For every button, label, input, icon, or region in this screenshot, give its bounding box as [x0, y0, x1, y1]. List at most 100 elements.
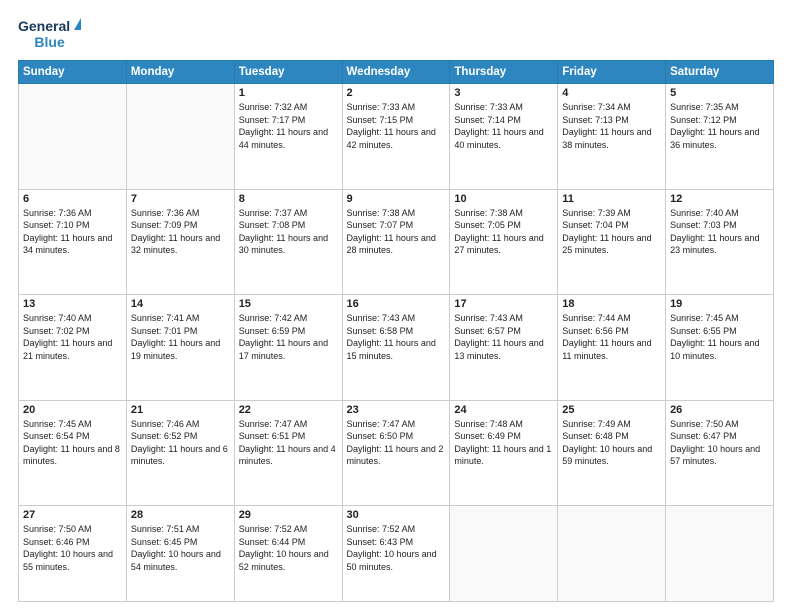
- day-info: Sunrise: 7:50 AM Sunset: 6:47 PM Dayligh…: [670, 418, 769, 468]
- calendar-cell: 10Sunrise: 7:38 AM Sunset: 7:05 PM Dayli…: [450, 189, 558, 295]
- calendar-cell: 22Sunrise: 7:47 AM Sunset: 6:51 PM Dayli…: [234, 400, 342, 506]
- day-number: 14: [131, 298, 230, 310]
- day-info: Sunrise: 7:32 AM Sunset: 7:17 PM Dayligh…: [239, 101, 338, 151]
- logo-wrap: General: [18, 18, 81, 34]
- day-number: 8: [239, 193, 338, 205]
- day-info: Sunrise: 7:35 AM Sunset: 7:12 PM Dayligh…: [670, 101, 769, 151]
- day-number: 24: [454, 404, 553, 416]
- header: General Blue: [18, 18, 774, 50]
- logo-blue: Blue: [34, 34, 64, 50]
- calendar-cell: 26 Sunrise: 7:50 AM Sunset: 6:47 PM Dayli…: [666, 400, 774, 506]
- day-info: Sunrise: 7:50 AM Sunset: 6:46 PM Dayligh…: [23, 523, 122, 573]
- day-info: Sunrise: 7:33 AM Sunset: 7:15 PM Dayligh…: [347, 101, 446, 151]
- calendar-cell: 14 Sunrise: 7:41 AM Sunset: 7:01 PM Dayli…: [126, 295, 234, 401]
- day-number: 23: [347, 404, 446, 416]
- col-header-friday: Friday: [558, 61, 666, 84]
- page: General Blue SundayMondayTuesdayWednesda…: [0, 0, 792, 612]
- day-number: 16: [347, 298, 446, 310]
- calendar-cell: [558, 506, 666, 602]
- day-number: 2: [347, 87, 446, 99]
- calendar-cell: [450, 506, 558, 602]
- calendar-cell: 27 Sunrise: 7:50 AM Sunset: 6:46 PM Dayli…: [19, 506, 127, 602]
- day-info: Sunrise: 7:43 AM Sunset: 6:57 PM Dayligh…: [454, 312, 553, 362]
- day-number: 27: [23, 509, 122, 521]
- day-info: Sunrise: 7:33 AM Sunset: 7:14 PM Dayligh…: [454, 101, 553, 151]
- day-info: Sunrise: 7:47 AM Sunset: 6:51 PM Dayligh…: [239, 418, 338, 468]
- day-number: 29: [239, 509, 338, 521]
- day-info: Sunrise: 7:47 AM Sunset: 6:50 PM Dayligh…: [347, 418, 446, 468]
- day-info: Sunrise: 7:52 AM Sunset: 6:43 PM Dayligh…: [347, 523, 446, 573]
- calendar-cell: 7Sunrise: 7:36 AM Sunset: 7:09 PM Daylig…: [126, 189, 234, 295]
- week-row-4: 20Sunrise: 7:45 AM Sunset: 6:54 PM Dayli…: [19, 400, 774, 506]
- calendar-cell: 12 Sunrise: 7:40 AM Sunset: 7:03 PM Dayli…: [666, 189, 774, 295]
- calendar-cell: 11Sunrise: 7:39 AM Sunset: 7:04 PM Dayli…: [558, 189, 666, 295]
- day-info: Sunrise: 7:49 AM Sunset: 6:48 PM Dayligh…: [562, 418, 661, 468]
- calendar-cell: 29 Sunrise: 7:52 AM Sunset: 6:44 PM Dayli…: [234, 506, 342, 602]
- col-header-saturday: Saturday: [666, 61, 774, 84]
- day-number: 15: [239, 298, 338, 310]
- day-number: 21: [131, 404, 230, 416]
- calendar-cell: 5 Sunrise: 7:35 AM Sunset: 7:12 PM Daylig…: [666, 84, 774, 190]
- day-number: 18: [562, 298, 661, 310]
- calendar-cell: 15 Sunrise: 7:42 AM Sunset: 6:59 PM Dayli…: [234, 295, 342, 401]
- day-number: 12: [670, 193, 769, 205]
- calendar-cell: 21 Sunrise: 7:46 AM Sunset: 6:52 PM Dayli…: [126, 400, 234, 506]
- calendar-cell: [19, 84, 127, 190]
- day-number: 5: [670, 87, 769, 99]
- logo: General Blue: [18, 18, 81, 50]
- day-info: Sunrise: 7:36 AM Sunset: 7:10 PM Dayligh…: [23, 207, 122, 257]
- week-row-5: 27 Sunrise: 7:50 AM Sunset: 6:46 PM Dayli…: [19, 506, 774, 602]
- day-number: 19: [670, 298, 769, 310]
- calendar-cell: [126, 84, 234, 190]
- logo-general: General: [18, 18, 70, 34]
- week-row-3: 13Sunrise: 7:40 AM Sunset: 7:02 PM Dayli…: [19, 295, 774, 401]
- day-info: Sunrise: 7:48 AM Sunset: 6:49 PM Dayligh…: [454, 418, 553, 468]
- day-info: Sunrise: 7:44 AM Sunset: 6:56 PM Dayligh…: [562, 312, 661, 362]
- day-number: 28: [131, 509, 230, 521]
- week-row-2: 6 Sunrise: 7:36 AM Sunset: 7:10 PM Daylig…: [19, 189, 774, 295]
- day-info: Sunrise: 7:42 AM Sunset: 6:59 PM Dayligh…: [239, 312, 338, 362]
- day-info: Sunrise: 7:52 AM Sunset: 6:44 PM Dayligh…: [239, 523, 338, 573]
- col-header-thursday: Thursday: [450, 61, 558, 84]
- day-number: 17: [454, 298, 553, 310]
- day-number: 25: [562, 404, 661, 416]
- day-info: Sunrise: 7:45 AM Sunset: 6:54 PM Dayligh…: [23, 418, 122, 468]
- calendar-cell: 20Sunrise: 7:45 AM Sunset: 6:54 PM Dayli…: [19, 400, 127, 506]
- calendar-header-row: SundayMondayTuesdayWednesdayThursdayFrid…: [19, 61, 774, 84]
- calendar-cell: 18 Sunrise: 7:44 AM Sunset: 6:56 PM Dayli…: [558, 295, 666, 401]
- day-info: Sunrise: 7:38 AM Sunset: 7:07 PM Dayligh…: [347, 207, 446, 257]
- calendar-table: SundayMondayTuesdayWednesdayThursdayFrid…: [18, 60, 774, 602]
- calendar-cell: 2 Sunrise: 7:33 AM Sunset: 7:15 PM Daylig…: [342, 84, 450, 190]
- calendar-cell: 30 Sunrise: 7:52 AM Sunset: 6:43 PM Dayli…: [342, 506, 450, 602]
- calendar-cell: 8 Sunrise: 7:37 AM Sunset: 7:08 PM Daylig…: [234, 189, 342, 295]
- day-number: 11: [562, 193, 661, 205]
- day-number: 30: [347, 509, 446, 521]
- calendar-cell: 3Sunrise: 7:33 AM Sunset: 7:14 PM Daylig…: [450, 84, 558, 190]
- day-info: Sunrise: 7:51 AM Sunset: 6:45 PM Dayligh…: [131, 523, 230, 573]
- day-number: 26: [670, 404, 769, 416]
- col-header-monday: Monday: [126, 61, 234, 84]
- calendar-cell: 4 Sunrise: 7:34 AM Sunset: 7:13 PM Daylig…: [558, 84, 666, 190]
- col-header-tuesday: Tuesday: [234, 61, 342, 84]
- col-header-sunday: Sunday: [19, 61, 127, 84]
- day-info: Sunrise: 7:41 AM Sunset: 7:01 PM Dayligh…: [131, 312, 230, 362]
- day-info: Sunrise: 7:40 AM Sunset: 7:02 PM Dayligh…: [23, 312, 122, 362]
- calendar-cell: 17 Sunrise: 7:43 AM Sunset: 6:57 PM Dayli…: [450, 295, 558, 401]
- calendar-cell: 24 Sunrise: 7:48 AM Sunset: 6:49 PM Dayli…: [450, 400, 558, 506]
- day-number: 4: [562, 87, 661, 99]
- calendar-cell: 9Sunrise: 7:38 AM Sunset: 7:07 PM Daylig…: [342, 189, 450, 295]
- day-info: Sunrise: 7:37 AM Sunset: 7:08 PM Dayligh…: [239, 207, 338, 257]
- day-info: Sunrise: 7:45 AM Sunset: 6:55 PM Dayligh…: [670, 312, 769, 362]
- day-info: Sunrise: 7:46 AM Sunset: 6:52 PM Dayligh…: [131, 418, 230, 468]
- calendar-cell: 6 Sunrise: 7:36 AM Sunset: 7:10 PM Daylig…: [19, 189, 127, 295]
- day-info: Sunrise: 7:34 AM Sunset: 7:13 PM Dayligh…: [562, 101, 661, 151]
- day-info: Sunrise: 7:36 AM Sunset: 7:09 PM Dayligh…: [131, 207, 230, 257]
- calendar-cell: 19 Sunrise: 7:45 AM Sunset: 6:55 PM Dayli…: [666, 295, 774, 401]
- calendar-cell: 1 Sunrise: 7:32 AM Sunset: 7:17 PM Daylig…: [234, 84, 342, 190]
- day-info: Sunrise: 7:40 AM Sunset: 7:03 PM Dayligh…: [670, 207, 769, 257]
- day-number: 1: [239, 87, 338, 99]
- calendar-cell: 28 Sunrise: 7:51 AM Sunset: 6:45 PM Dayli…: [126, 506, 234, 602]
- day-number: 6: [23, 193, 122, 205]
- calendar-cell: 23 Sunrise: 7:47 AM Sunset: 6:50 PM Dayli…: [342, 400, 450, 506]
- day-info: Sunrise: 7:43 AM Sunset: 6:58 PM Dayligh…: [347, 312, 446, 362]
